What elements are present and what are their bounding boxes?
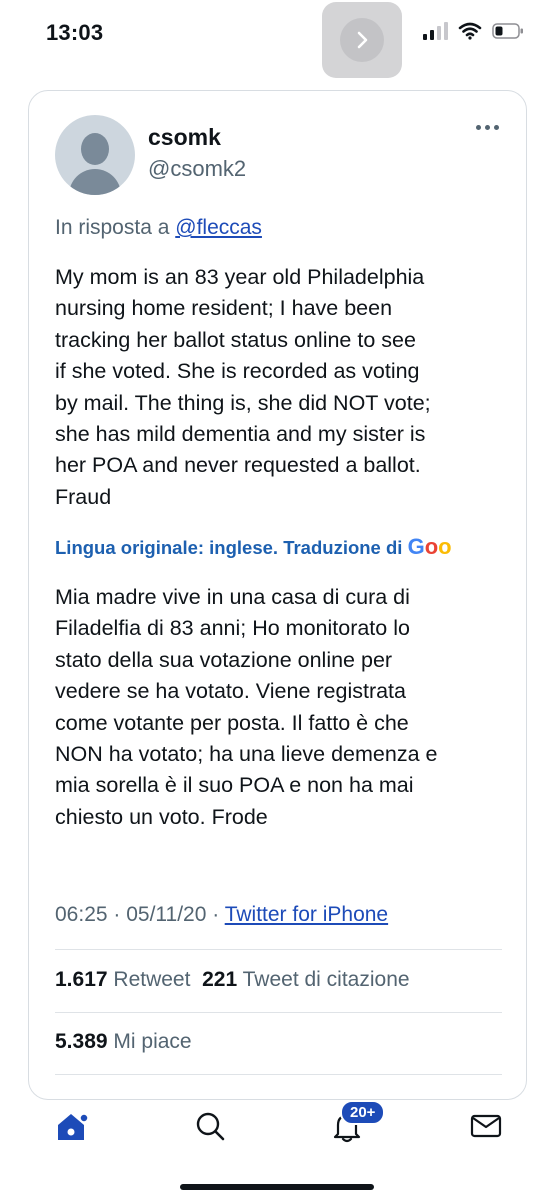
timestamp: 06:25 · 05/11/20 · xyxy=(55,903,220,926)
divider xyxy=(55,1074,502,1075)
retweet-count: 1.617 xyxy=(55,968,108,991)
reply-context: In risposta a @fleccas xyxy=(55,216,262,240)
reply-prefix: In risposta a xyxy=(55,216,170,239)
chevron-right-icon xyxy=(340,18,384,62)
reply-to-link[interactable]: @fleccas xyxy=(175,216,262,239)
status-indicators xyxy=(423,22,524,40)
display-name[interactable]: csomk xyxy=(148,124,221,151)
search-icon[interactable] xyxy=(190,1106,230,1146)
like-count: 5.389 xyxy=(55,1030,108,1053)
retweet-label: Retweet xyxy=(113,968,191,991)
cellular-signal-icon xyxy=(423,22,448,40)
avatar[interactable] xyxy=(55,115,135,195)
translated-text: Mia madre vive in una casa di cura di Fi… xyxy=(55,585,438,829)
retweet-stats[interactable]: 1.617 Retweet 221 Tweet di citazione xyxy=(55,968,410,992)
status-bar: 13:03 xyxy=(0,0,554,80)
translation-label: Lingua originale: inglese. Traduzione di xyxy=(55,537,403,558)
quote-count: 221 xyxy=(202,968,238,991)
source-link[interactable]: Twitter for iPhone xyxy=(225,903,388,926)
wifi-icon xyxy=(458,22,482,40)
quote-label: Tweet di citazione xyxy=(242,968,410,991)
like-label: Mi piace xyxy=(113,1030,192,1053)
divider xyxy=(55,949,502,950)
tweet-text: My mom is an 83 year old Philadelphia nu… xyxy=(55,265,431,509)
more-options-icon[interactable] xyxy=(476,125,499,130)
tweet-meta: 06:25 · 05/11/20 · Twitter for iPhone xyxy=(55,903,388,927)
home-indicator xyxy=(180,1184,374,1190)
forward-nav-button[interactable] xyxy=(322,2,402,78)
messages-icon[interactable] xyxy=(466,1106,506,1146)
translation-provider: Goo xyxy=(407,534,452,559)
notifications-badge: 20+ xyxy=(340,1100,386,1125)
status-time: 13:03 xyxy=(46,20,104,45)
divider xyxy=(55,1012,502,1013)
translation-note[interactable]: Lingua originale: inglese. Traduzione di… xyxy=(55,534,499,560)
like-stats[interactable]: 5.389 Mi piace xyxy=(55,1030,192,1054)
user-handle[interactable]: @csomk2 xyxy=(148,156,246,182)
home-icon[interactable] xyxy=(52,1106,92,1146)
battery-icon xyxy=(492,23,523,39)
